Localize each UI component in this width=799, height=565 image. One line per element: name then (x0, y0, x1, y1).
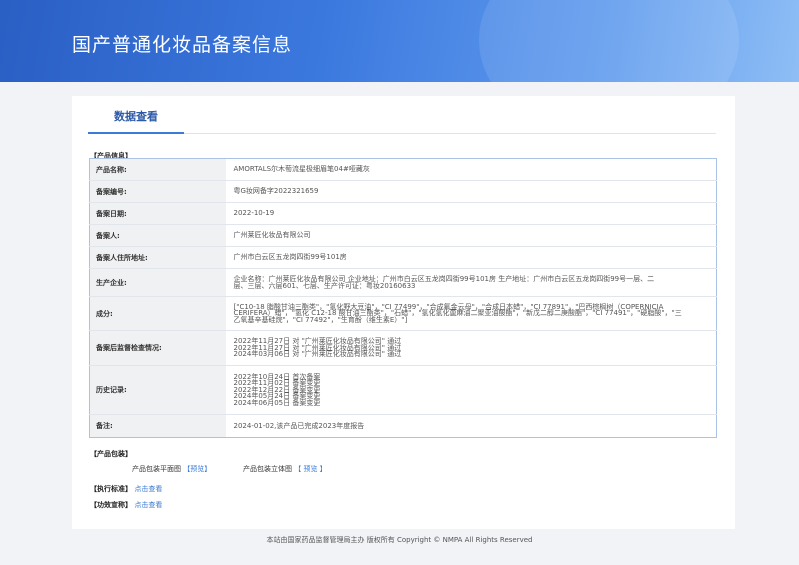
info-row-label: 备案日期: (89, 202, 226, 225)
content-card: 数据查看 【产品信息】 产品名称: AMORTALS尔木萄流星极细眉笔04#哑藏灰… (72, 96, 735, 529)
info-row-value: ["C10-18 脂酸甘油三酯类"，"氢化野大豆油"，"CI 77499"，"合… (225, 296, 717, 331)
info-row-value: 2022-10-19 (225, 202, 717, 225)
efficacy-link[interactable]: 点击查看 (134, 501, 162, 509)
page-title: 国产普通化妆品备案信息 (72, 34, 293, 56)
info-row: 备案编号: 粤G妆网备字2022321659 (89, 180, 717, 203)
info-row-value: 企业名称：广州莱匠化妆品有限公司 企业地址：广州市白云区五龙岗四街99号101房… (225, 268, 717, 297)
tab-data-view[interactable]: 数据查看 (88, 106, 184, 134)
exec-standard-link[interactable]: 点击查看 (134, 485, 162, 493)
info-row-label: 备案编号: (89, 180, 226, 203)
efficacy-row: 【功效宣称】 点击查看 (90, 500, 162, 510)
info-row: 备注: 2024-01-02,该产品已完成2023年度报告 (89, 414, 717, 438)
product-info-table: 产品名称: AMORTALS尔木萄流星极细眉笔04#哑藏灰 备案编号: 粤G妆网备字2… (89, 158, 717, 438)
tab-bar: 数据查看 (88, 106, 716, 134)
package-flat-preview-link[interactable]: 【预览】 (183, 465, 211, 473)
info-row: 备案日期: 2022-10-19 (89, 202, 717, 225)
info-row-value: 粤G妆网备字2022321659 (225, 180, 717, 203)
info-row-value: 广州莱匠化妆品有限公司 (225, 224, 717, 247)
package-heading: 【产品包装】 (90, 450, 132, 458)
header-banner: 国产普通化妆品备案信息 (0, 0, 799, 82)
info-row-value: 2024-01-02,该产品已完成2023年度报告 (226, 415, 717, 438)
info-row-value-line: 2024-01-02,该产品已完成2023年度报告 (233, 421, 365, 430)
info-row-value-line: 广州市白云区五龙岗四街99号101房 (233, 253, 347, 262)
info-row-value-line: 2024年06月05日 备案变更 (233, 398, 321, 407)
package-solid-preview-link[interactable]: 【 预览 】 (294, 465, 326, 473)
info-row-value-line: 粤G妆网备字2022321659 (233, 187, 319, 196)
info-row-label: 备案人: (89, 224, 226, 247)
info-row-value: AMORTALS尔木萄流星极细眉笔04#哑藏灰 (225, 158, 717, 181)
info-row: 备案后监督检查情况: 2022年11月27日 对 "广州莱匠化妆品有限公司" 通过… (89, 330, 717, 366)
exec-standard-row: 【执行标准】 点击查看 (90, 484, 162, 494)
efficacy-heading: 【功效宣称】 (90, 501, 132, 509)
exec-standard-heading: 【执行标准】 (90, 485, 132, 493)
info-row-label: 成分: (89, 296, 226, 331)
info-row: 产品名称: AMORTALS尔木萄流星极细眉笔04#哑藏灰 (89, 158, 717, 181)
package-solid-label: 产品包装立体图 (243, 465, 292, 473)
info-row-label: 备注: (89, 414, 226, 438)
info-row-value-line: AMORTALS尔木萄流星极细眉笔04#哑藏灰 (233, 165, 370, 174)
info-row-value: 2022年10月24日 首次备案 2022年11月02日 备案变更 2022年12月… (225, 365, 717, 415)
info-row-label: 产品名称: (89, 158, 226, 181)
info-row: 备案人: 广州莱匠化妆品有限公司 (89, 224, 717, 247)
info-row-label: 历史记录: (89, 365, 226, 415)
info-row: 成分: ["C10-18 脂酸甘油三酯类"，"氢化野大豆油"，"CI 77499"… (89, 296, 717, 331)
package-flat-row: 产品包装平面图 【预览】 (132, 464, 211, 474)
info-row-value-line: 乙氧基辛基硅烷"，"CI 77492"，"生育酚（维生素E）"] (233, 315, 408, 324)
package-solid-row: 产品包装立体图 【 预览 】 (243, 464, 327, 474)
info-row: 历史记录: 2022年10月24日 首次备案 2022年11月02日 备案变更 202… (89, 365, 717, 415)
info-row-value-line: 2022-10-19 (233, 209, 275, 218)
footer: 本站由国家药品监督管理局主办 版权所有 Copyright © NMPA All… (266, 536, 533, 544)
info-row-value: 2022年11月27日 对 "广州莱匠化妆品有限公司" 通过 2022年11月27… (225, 330, 717, 366)
info-row-value-line: 广州莱匠化妆品有限公司 (233, 231, 311, 240)
info-row-label: 备案人住所地址: (89, 246, 226, 269)
info-row-label: 备案后监督检查情况: (89, 330, 226, 366)
info-row: 备案人住所地址: 广州市白云区五龙岗四街99号101房 (89, 246, 717, 269)
info-row-value-line: 层、三层、六层601、七层、生产许可证：粤妆20160633 (233, 281, 416, 290)
info-row-value: 广州市白云区五龙岗四街99号101房 (225, 246, 717, 269)
info-row: 生产企业: 企业名称：广州莱匠化妆品有限公司 企业地址：广州市白云区五龙岗四街99… (89, 268, 717, 297)
info-row-value-line: 2024年03月06日 对 "广州莱匠化妆品有限公司" 通过 (233, 350, 402, 359)
info-row-label: 生产企业: (89, 268, 226, 297)
package-flat-label: 产品包装平面图 (132, 465, 181, 473)
